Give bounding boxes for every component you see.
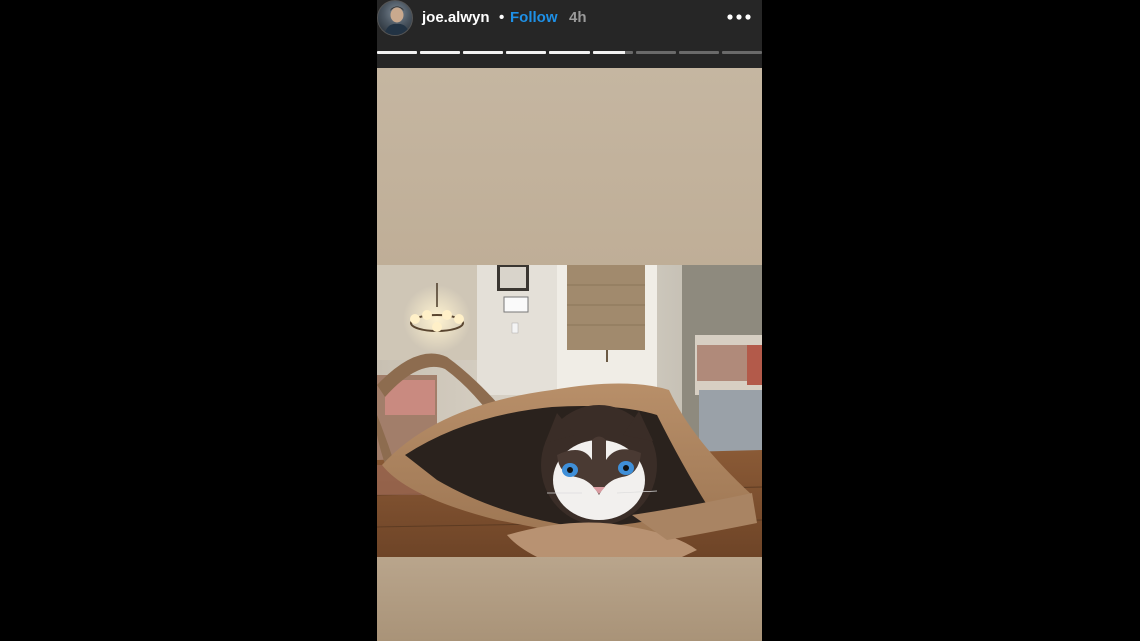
- progress-fill: [463, 51, 504, 54]
- progress-fill: [549, 51, 590, 54]
- progress-segment: [549, 51, 590, 54]
- story-backdrop-bottom: [377, 557, 762, 641]
- story-photo[interactable]: [377, 265, 762, 557]
- progress-segment: [420, 51, 461, 54]
- progress-fill: [506, 51, 547, 54]
- follow-button[interactable]: Follow: [510, 9, 558, 27]
- progress-segment: [635, 51, 676, 54]
- story-backdrop-top: [377, 68, 762, 265]
- progress-segment: [506, 51, 547, 54]
- progress-segment: [463, 51, 504, 54]
- avatar[interactable]: [377, 0, 413, 36]
- progress-segment: [377, 51, 418, 54]
- progress-fill: [420, 51, 461, 54]
- story-viewer: joe.alwyn • Follow 4h: [377, 0, 762, 641]
- more-options-button[interactable]: [725, 6, 753, 28]
- timestamp: 4h: [569, 9, 587, 26]
- progress-fill: [377, 51, 418, 54]
- story-progress-bar: [377, 51, 762, 54]
- avatar-image: [384, 6, 410, 35]
- cat-in-paper-bag-photo: [377, 265, 762, 557]
- separator-dot: •: [499, 9, 505, 26]
- progress-segment: [678, 51, 719, 54]
- username[interactable]: joe.alwyn: [422, 9, 490, 27]
- progress-segment: [592, 51, 633, 54]
- more-horizontal-icon: [727, 14, 751, 20]
- progress-segment: [721, 51, 762, 54]
- story-header: joe.alwyn • Follow 4h: [377, 0, 762, 68]
- progress-fill: [592, 51, 625, 54]
